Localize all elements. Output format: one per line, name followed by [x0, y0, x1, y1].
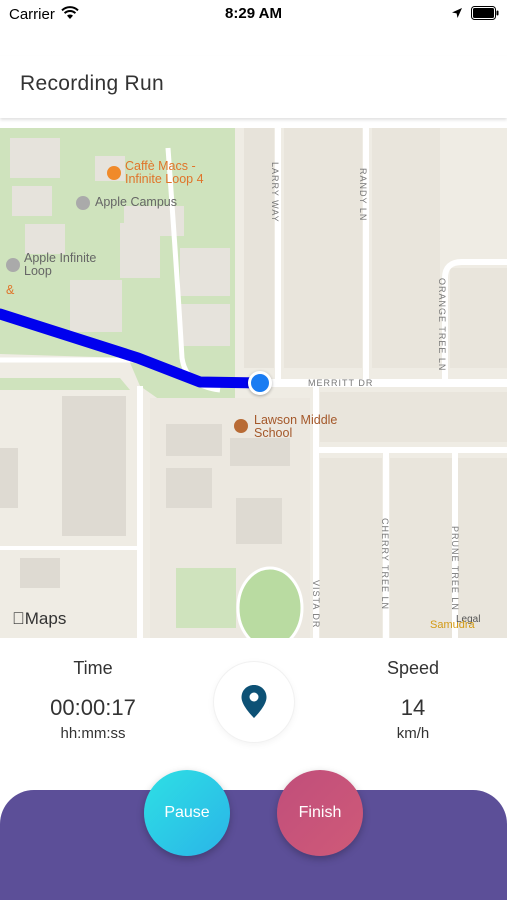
apple-maps-logo: Maps	[12, 609, 66, 629]
street-prune-tree-ln: PRUNE TREE LN	[450, 526, 460, 611]
time-unit: hh:mm:ss	[60, 725, 126, 742]
street-vista-dr: VISTA DR	[311, 580, 321, 629]
poi-samudra-label[interactable]: Samudra	[430, 619, 475, 631]
time-label: Time	[73, 658, 113, 678]
poi-edge-fragment: &	[6, 283, 15, 297]
school-pin-icon[interactable]	[234, 419, 248, 433]
speed-value: 14	[400, 695, 426, 720]
user-location-dot	[248, 371, 272, 395]
street-randy-ln: RANDY LN	[358, 168, 368, 222]
pause-button[interactable]: Pause	[144, 770, 230, 856]
app-header: Recording Run	[0, 56, 507, 118]
apple-logo-icon: 	[12, 609, 25, 628]
center-location-button[interactable]	[214, 662, 294, 742]
location-arrow-icon	[452, 8, 462, 18]
street-cherry-tree-ln: CHERRY TREE LN	[380, 518, 390, 611]
status-time: 8:29 AM	[225, 5, 282, 22]
map-view[interactable]: Caffè Macs - Infinite Loop 4 Apple Campu…	[0, 128, 507, 638]
cafe-pin-icon[interactable]	[107, 166, 121, 180]
street-merritt-dr: MERRITT DR	[308, 378, 374, 388]
speed-label: Speed	[386, 658, 440, 678]
battery-icon	[471, 6, 499, 20]
status-bar: Carrier 8:29 AM	[0, 0, 507, 28]
street-orange-tree-ln: ORANGE TREE LN	[437, 278, 447, 372]
infinite-loop-pin-icon[interactable]	[6, 258, 20, 272]
campus-pin-icon[interactable]	[76, 196, 90, 210]
location-pin-icon	[241, 685, 267, 718]
speed-stat: Speed 14 km/h	[343, 658, 483, 742]
finish-button[interactable]: Finish	[277, 770, 363, 856]
street-larry-way: LARRY WAY	[270, 162, 280, 223]
time-stat: Time 00:00:17 hh:mm:ss	[23, 658, 163, 742]
poi-cafe-label[interactable]: Caffè Macs - Infinite Loop 4	[125, 160, 225, 186]
time-value: 00:00:17	[50, 695, 136, 720]
poi-infinite-loop-label[interactable]: Apple Infinite Loop	[24, 252, 114, 278]
speed-unit: km/h	[396, 725, 430, 742]
poi-campus-label[interactable]: Apple Campus	[95, 196, 177, 209]
page-title: Recording Run	[20, 72, 164, 95]
maps-attribution: Maps	[12, 609, 67, 628]
control-panel	[0, 790, 507, 900]
poi-school-label[interactable]: Lawson Middle School	[254, 414, 354, 440]
